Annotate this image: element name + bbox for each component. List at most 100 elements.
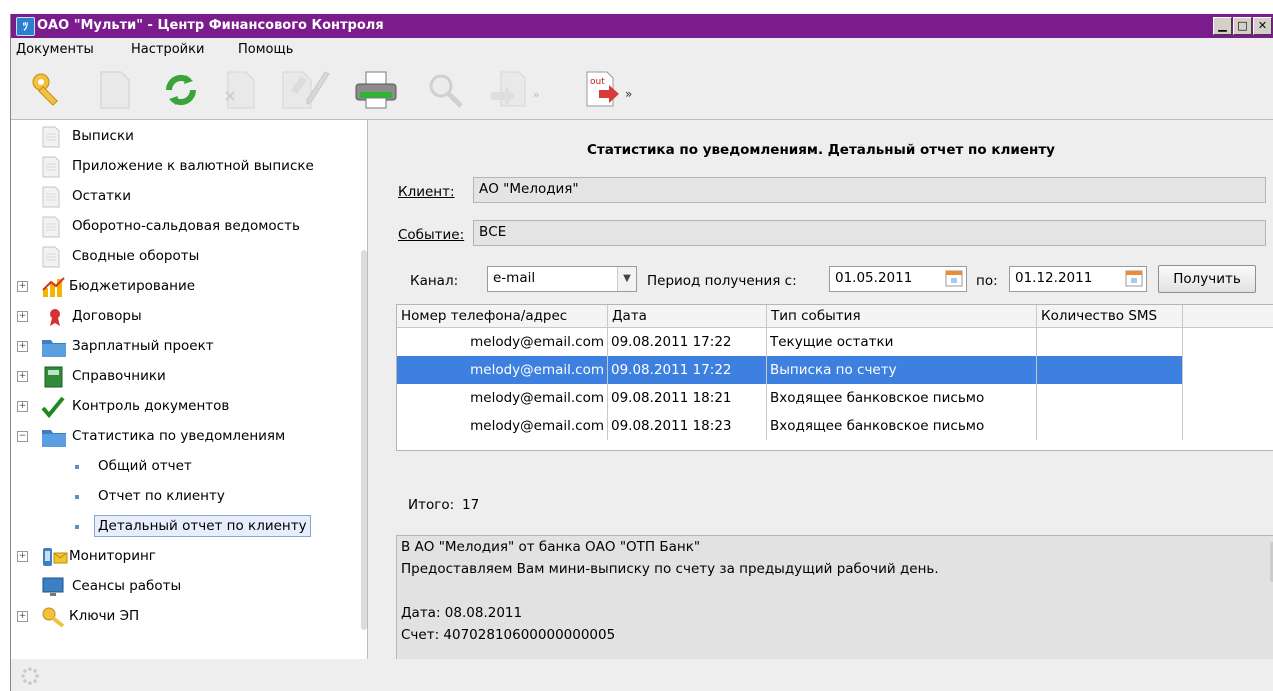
channel-select[interactable]: e-mail ▼ [487, 266, 637, 292]
tree-item-detailed-client-report[interactable]: Детальный отчет по клиенту [11, 512, 367, 540]
tree-item-label: Ключи ЭП [69, 608, 140, 624]
period-to-value: 01.12.2011 [1015, 270, 1093, 286]
tree-item-sessions[interactable]: Сеансы работы [11, 572, 367, 600]
message-line: Счет: 40702810600000000005 [401, 627, 616, 643]
client-label[interactable]: Клиент: [398, 184, 455, 200]
svg-text:out: out [590, 77, 605, 87]
message-line [397, 580, 1273, 602]
delete-icon[interactable] [224, 70, 256, 110]
tree-scrollbar[interactable] [361, 250, 367, 630]
channel-value: e-mail [493, 270, 536, 286]
tree-item-budgeting[interactable]: + Бюджетирование [11, 272, 367, 300]
expand-icon[interactable]: + [17, 341, 28, 352]
tree-item-general-report[interactable]: Общий отчет [11, 452, 367, 480]
tree-item-notification-stats[interactable]: − Статистика по уведомлениям [11, 422, 367, 450]
seal-icon [50, 309, 60, 326]
channel-label: Канал: [410, 273, 459, 289]
expand-icon[interactable]: + [17, 311, 28, 322]
bullet-icon [75, 465, 79, 469]
tree-item-balances[interactable]: Остатки [11, 182, 367, 210]
tree-item-keys[interactable]: + Ключи ЭП [11, 602, 367, 630]
report-panel: Статистика по уведомлениям. Детальный от… [368, 119, 1273, 662]
expand-icon[interactable]: + [17, 401, 28, 412]
tree-item-client-report[interactable]: Отчет по клиенту [11, 482, 367, 510]
search-icon[interactable] [425, 70, 465, 110]
table-row[interactable]: melody@email.com 09.08.2011 18:23 Входящ… [397, 412, 1183, 440]
keys-icon[interactable] [29, 70, 69, 110]
period-from-input[interactable]: 01.05.2011 [829, 266, 967, 292]
maximize-button[interactable]: □ [1233, 17, 1252, 35]
expand-icon[interactable]: + [17, 551, 28, 562]
calendar-icon[interactable] [945, 270, 963, 287]
document-icon [42, 186, 60, 208]
document-icon [42, 216, 60, 238]
table-row[interactable]: melody@email.com 09.08.2011 17:22 Текущи… [397, 328, 1183, 356]
tree-item-label: Оборотно-сальдовая ведомость [72, 218, 300, 234]
chevron-down-icon[interactable]: ▼ [617, 267, 636, 291]
tree-item-label: Отчет по клиенту [98, 488, 225, 504]
expand-icon[interactable]: + [17, 611, 28, 622]
client-field: АО "Мелодия" [473, 177, 1266, 203]
app-window: ﾂ ОАО "Мульти" - Центр Финансового Контр… [10, 14, 1273, 691]
cell-address: melody@email.com [397, 328, 608, 356]
column-header-sms-count[interactable]: Количество SMS [1037, 305, 1183, 327]
refresh-icon[interactable] [161, 70, 201, 110]
cell-sms-count [1037, 384, 1183, 412]
bullet-icon [75, 495, 79, 499]
monitoring-icon [43, 548, 68, 566]
period-from-label: Период получения с: [647, 273, 797, 289]
tree-item-label: Выписки [72, 128, 134, 144]
cell-date: 09.08.2011 18:21 [608, 384, 767, 412]
period-to-input[interactable]: 01.12.2011 [1009, 266, 1147, 292]
key-icon [42, 607, 65, 628]
tree-item-salary-project[interactable]: + Зарплатный проект [11, 332, 367, 360]
tree-item-label: Сводные обороты [72, 248, 200, 264]
folder-icon [42, 340, 66, 357]
tree-item-turnover-sheet[interactable]: Оборотно-сальдовая ведомость [11, 212, 367, 240]
calendar-icon[interactable] [1125, 270, 1143, 287]
expand-icon[interactable]: + [17, 281, 28, 292]
tree-item-label: Договоры [72, 308, 142, 324]
navigation-tree: Выписки Приложение к валютной выписке Ос… [11, 119, 368, 660]
export-icon[interactable]: » [489, 70, 549, 110]
table-row[interactable]: melody@email.com 09.08.2011 18:21 Входящ… [397, 384, 1183, 412]
tree-item-summary-turnover[interactable]: Сводные обороты [11, 242, 367, 270]
menu-documents[interactable]: Документы [16, 42, 94, 57]
column-header-address[interactable]: Номер телефона/адрес [397, 305, 608, 327]
table-row[interactable]: melody@email.com 09.08.2011 17:22 Выписк… [397, 356, 1183, 384]
column-header-event-type[interactable]: Тип события [767, 305, 1037, 327]
report-title: Статистика по уведомлениям. Детальный от… [587, 142, 1055, 158]
close-button[interactable]: ✕ [1253, 17, 1272, 35]
cell-address: melody@email.com [397, 412, 608, 440]
tree-item-appendix[interactable]: Приложение к валютной выписке [11, 152, 367, 180]
tree-item-label: Мониторинг [69, 548, 156, 564]
menu-settings[interactable]: Настройки [131, 42, 204, 57]
expand-icon[interactable]: + [17, 371, 28, 382]
menu-bar: Документы Настройки Помощь [11, 38, 1273, 62]
tree-item-vypiski[interactable]: Выписки [11, 122, 367, 150]
cell-date: 09.08.2011 17:22 [608, 356, 767, 384]
document-icon[interactable] [99, 70, 131, 110]
menu-help[interactable]: Помощь [238, 42, 293, 57]
pen-icon[interactable] [293, 70, 333, 110]
tree-item-label: Бюджетирование [69, 278, 196, 294]
message-line: Дата: 08.08.2011 [401, 605, 523, 621]
cell-sms-count [1037, 412, 1183, 440]
event-label[interactable]: Событие: [398, 227, 464, 243]
tree-item-directories[interactable]: + Справочники [11, 362, 367, 390]
out-icon[interactable]: out » [585, 70, 641, 110]
tree-item-label: Справочники [72, 368, 166, 384]
minimize-button[interactable]: ▁ [1213, 17, 1232, 35]
tree-item-document-control[interactable]: + Контроль документов [11, 392, 367, 420]
collapse-icon[interactable]: − [17, 431, 28, 442]
bullet-icon [75, 525, 79, 529]
message-line: В АО "Мелодия" от банка ОАО "ОТП Банк" [401, 539, 701, 555]
loading-spinner-icon [21, 667, 39, 685]
tree-item-label: Сеансы работы [72, 578, 182, 594]
printer-icon[interactable] [354, 70, 398, 110]
total-value: 17 [462, 497, 480, 513]
tree-item-monitoring[interactable]: + Мониторинг [11, 542, 367, 570]
get-button[interactable]: Получить [1158, 265, 1256, 293]
tree-item-contracts[interactable]: + Договоры [11, 302, 367, 330]
column-header-date[interactable]: Дата [608, 305, 767, 327]
